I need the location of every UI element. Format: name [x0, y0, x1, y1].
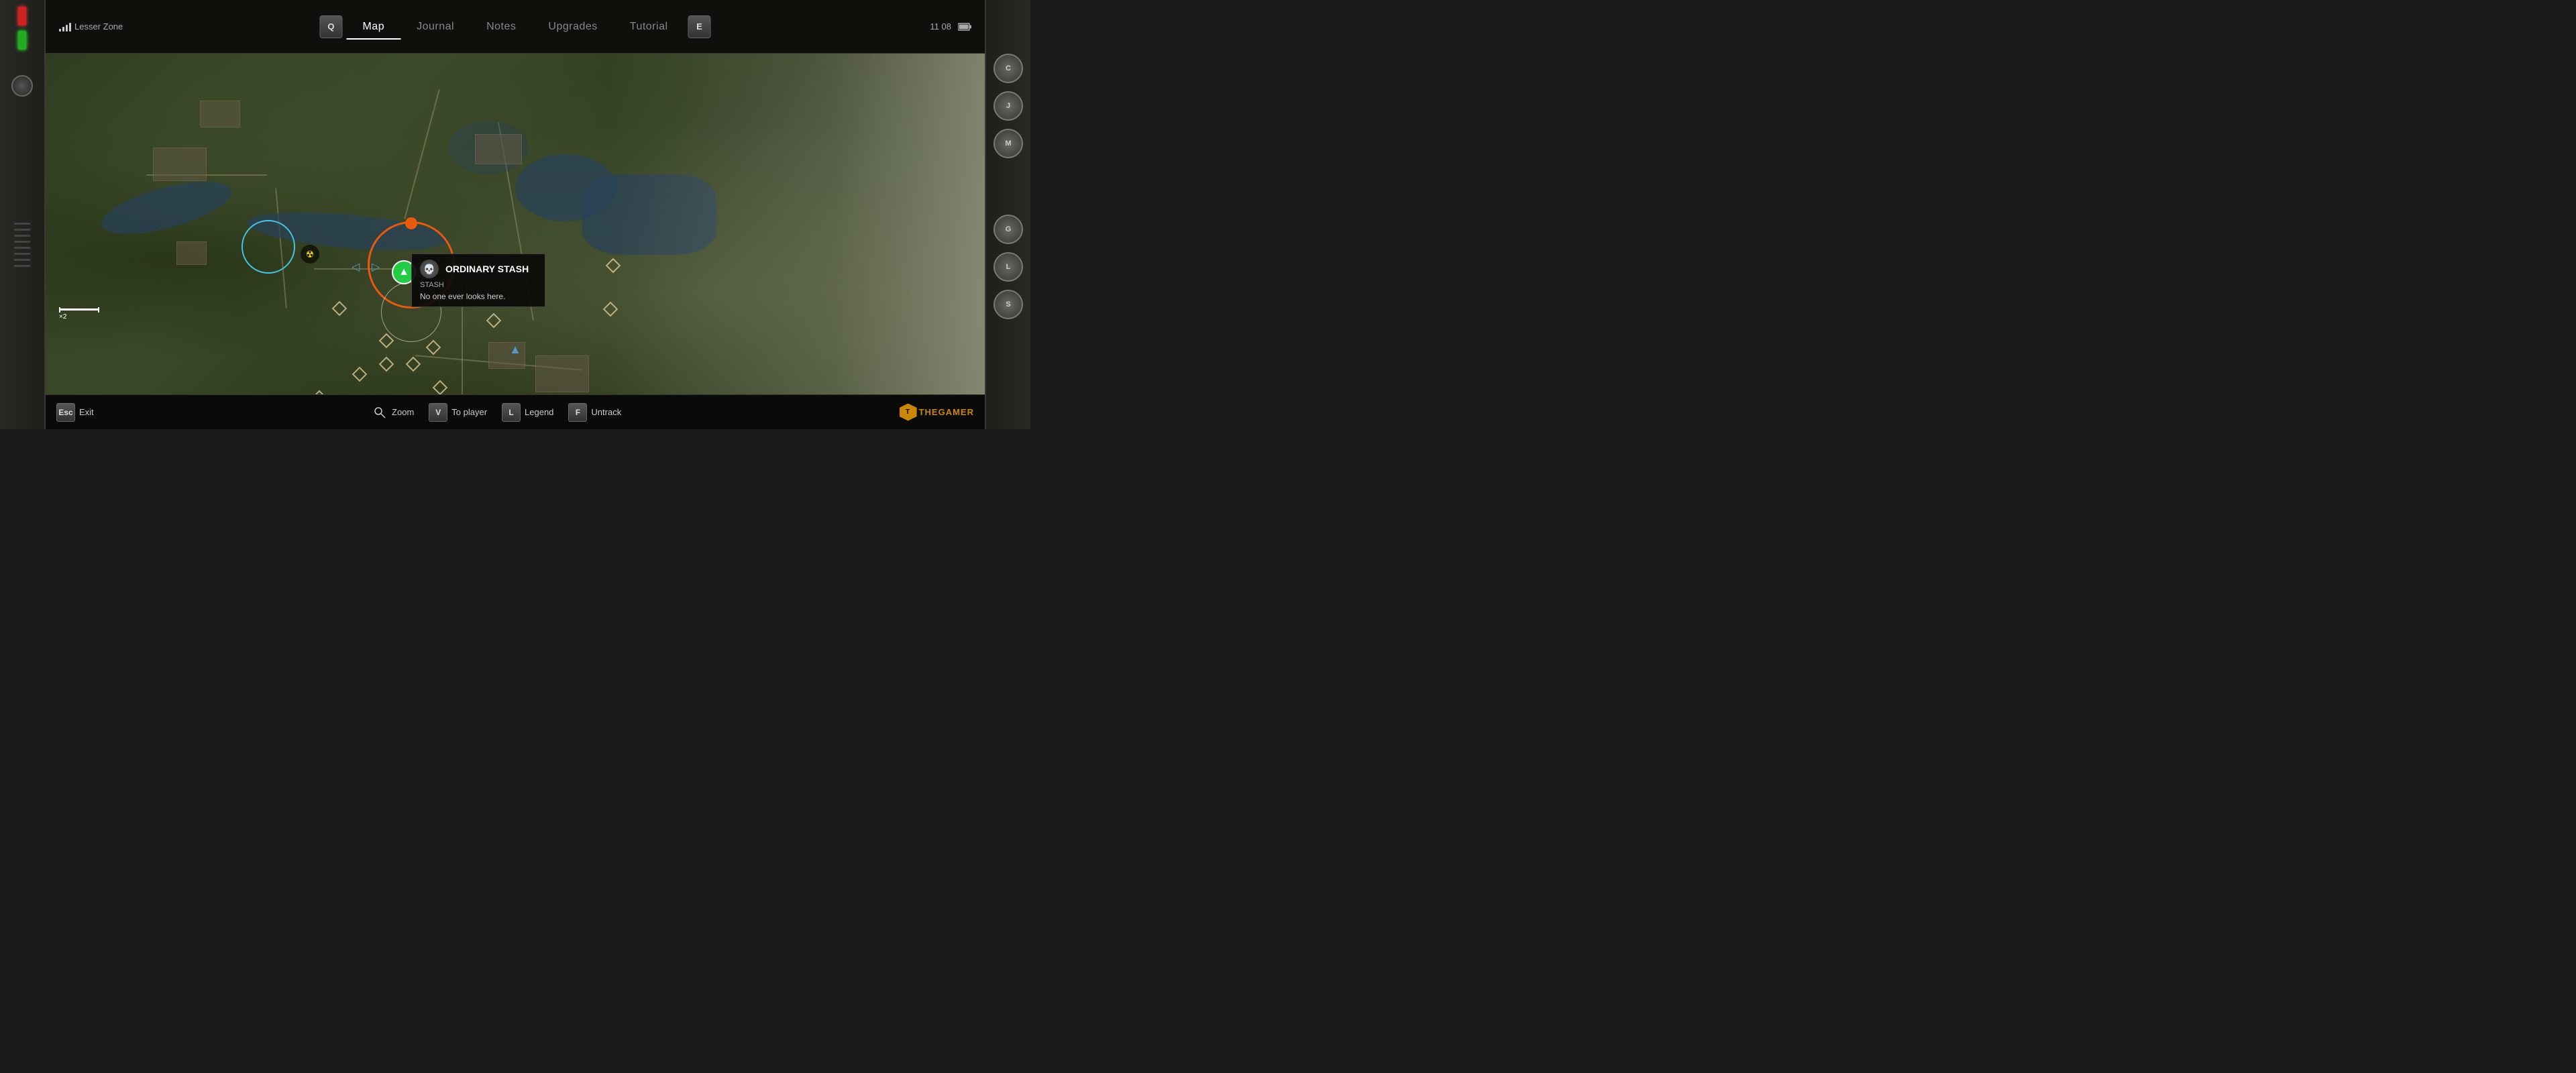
time-display: 11 08	[930, 21, 951, 32]
left-panel	[0, 0, 46, 429]
tab-journal[interactable]: Journal	[400, 15, 470, 38]
left-arrow-icon: ◁	[352, 260, 360, 274]
radiation-marker: ☢	[301, 245, 319, 264]
player-range-circle	[241, 220, 295, 274]
thegamer-logo: T THEGAMER	[900, 404, 974, 421]
tab-notes[interactable]: Notes	[470, 15, 532, 38]
right-button-l[interactable]: L	[994, 252, 1023, 282]
signal-bars-icon	[59, 22, 71, 32]
location-status: Lesser Zone	[59, 21, 123, 32]
right-button-m[interactable]: M	[994, 129, 1023, 158]
vent-line	[14, 247, 30, 249]
water-body-3	[582, 174, 716, 255]
signal-bar-1	[59, 29, 61, 32]
bottom-right: T THEGAMER	[900, 404, 974, 421]
q-key-button[interactable]: Q	[319, 15, 342, 38]
logo-text: THEGAMER	[919, 407, 974, 417]
right-button-s[interactable]: S	[994, 290, 1023, 319]
right-arrow-icon: ▷	[372, 260, 380, 274]
to-player-label: To player	[451, 407, 487, 417]
exit-label: Exit	[79, 407, 94, 417]
indicator-green	[18, 31, 26, 50]
battery-icon	[958, 23, 971, 31]
vent-line	[14, 229, 30, 231]
right-button-c[interactable]: C	[994, 54, 1023, 83]
stash-title: ORDINARY STASH	[445, 264, 529, 274]
zoom-label: Zoom	[392, 407, 414, 417]
left-knob	[11, 75, 33, 97]
zoom-icon	[372, 404, 388, 420]
main-container: Lesser Zone Q Map Journal Notes Upgrades…	[46, 0, 985, 429]
left-vent	[14, 223, 30, 276]
stash-tooltip-header: 💀 ORDINARY STASH	[420, 260, 537, 278]
scale-line	[59, 308, 99, 310]
right-button-j[interactable]: J	[994, 91, 1023, 121]
tab-map[interactable]: Map	[346, 15, 400, 38]
stash-description: No one ever looks here.	[420, 292, 537, 301]
nav-tabs: Q Map Journal Notes Upgrades Tutorial E	[315, 15, 714, 38]
radiation-icon: ☢	[306, 249, 315, 260]
stash-skull-icon: 💀	[420, 260, 439, 278]
structure-2	[153, 148, 207, 181]
legend-label: Legend	[525, 407, 553, 417]
scale-label: ×2	[59, 313, 66, 321]
stash-subtitle: STASH	[420, 281, 537, 289]
map-area[interactable]: ◁ ▷ ▲ ☢ 💀 💀 ORDINARY STASH STASH No one …	[46, 54, 985, 394]
vent-line	[14, 241, 30, 243]
signal-bar-2	[62, 27, 64, 32]
player-arrow-icon: ▲	[398, 266, 409, 278]
tab-upgrades[interactable]: Upgrades	[532, 15, 613, 38]
objective-marker	[405, 217, 417, 229]
vent-line	[14, 253, 30, 255]
scale-bar: ×2	[59, 308, 99, 321]
header: Lesser Zone Q Map Journal Notes Upgrades…	[46, 0, 985, 54]
vent-line	[14, 223, 30, 225]
bottom-center: Zoom V To player L Legend F Untrack	[372, 403, 632, 422]
vent-line	[14, 265, 30, 267]
structure-3	[176, 241, 207, 265]
nav-arrow-bottom-icon: ▲	[509, 343, 521, 357]
signal-bar-3	[66, 25, 68, 32]
structure-1	[200, 101, 240, 127]
tab-tutorial[interactable]: Tutorial	[614, 15, 684, 38]
vent-line	[14, 259, 30, 261]
indicator-red	[18, 7, 26, 25]
bottom-bar: Esc Exit Zoom V To player L Legend F Unt…	[46, 394, 985, 429]
header-left: Lesser Zone	[59, 21, 123, 32]
right-panel: C J M G L S	[985, 0, 1030, 429]
logo-hex-icon: T	[900, 404, 917, 421]
signal-bar-4	[69, 23, 71, 32]
structure-6	[535, 355, 589, 392]
f-key[interactable]: F	[568, 403, 587, 422]
l-key[interactable]: L	[502, 403, 521, 422]
bottom-left: Esc Exit	[56, 403, 105, 422]
right-button-g[interactable]: G	[994, 215, 1023, 244]
esc-key[interactable]: Esc	[56, 403, 75, 422]
untrack-label: Untrack	[591, 407, 621, 417]
v-key[interactable]: V	[429, 403, 447, 422]
structure-4	[475, 134, 522, 164]
location-text: Lesser Zone	[74, 21, 123, 32]
stash-tooltip: 💀 ORDINARY STASH STASH No one ever looks…	[411, 253, 545, 307]
e-key-button[interactable]: E	[688, 15, 711, 38]
vent-line	[14, 235, 30, 237]
header-right: 11 08	[930, 21, 971, 32]
